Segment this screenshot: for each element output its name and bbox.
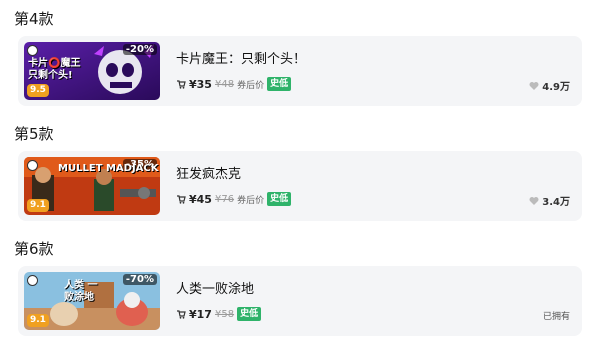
cart-icon <box>177 195 186 204</box>
original-price: ¥48 <box>214 78 235 90</box>
game-name[interactable]: 人类一败涂地 <box>176 278 254 297</box>
game-card-6[interactable]: -70% 人类 一败涂地 9.1 人类一败涂地 ¥17 ¥58 史低 已拥有 <box>18 266 582 336</box>
score-badge: 9.5 <box>27 84 49 97</box>
current-price: ¥17 <box>189 307 212 321</box>
steam-icon <box>27 45 38 56</box>
original-price: ¥76 <box>214 193 235 205</box>
score-badge: 9.1 <box>27 314 49 327</box>
discount-badge: -70% <box>122 274 157 285</box>
current-price: ¥45 <box>189 192 212 206</box>
like-counter[interactable]: 3.4万 <box>529 193 570 208</box>
like-count: 4.9万 <box>542 82 570 93</box>
steam-icon <box>27 160 38 171</box>
score-badge: 9.1 <box>27 199 49 212</box>
price-row: ¥45 ¥76 券后价 史低 <box>176 191 292 207</box>
steam-icon <box>27 275 38 286</box>
game-card-4[interactable]: -20% 卡片⭕魔王 只剩个头! 9.5 卡片魔王：只剩个头！ ¥35 ¥48 … <box>18 36 582 106</box>
game-card-5[interactable]: -35% MULLET MADJACK 9.1 狂发疯杰克 ¥45 ¥76 券后… <box>18 151 582 221</box>
cart-icon <box>177 80 186 89</box>
section-title-5: 第5款 <box>14 125 54 143</box>
thumbnail-title-art: 人类 一败涂地 <box>64 280 98 303</box>
section-title-6: 第6款 <box>14 240 54 258</box>
original-price: ¥58 <box>214 308 235 320</box>
coupon-label: 券后价 <box>237 80 265 91</box>
game-name[interactable]: 狂发疯杰克 <box>176 163 241 182</box>
section-title-4: 第4款 <box>14 10 54 28</box>
heart-icon <box>529 196 539 205</box>
owned-label: 已拥有 <box>542 312 570 322</box>
coupon-label: 券后价 <box>237 195 265 206</box>
game-thumbnail[interactable]: -35% MULLET MADJACK 9.1 <box>24 157 160 215</box>
heart-icon <box>529 81 539 90</box>
price-row: ¥35 ¥48 券后价 史低 <box>176 76 292 92</box>
historic-low-badge: 史低 <box>267 192 292 206</box>
price-row: ¥17 ¥58 史低 <box>176 306 262 322</box>
thumbnail-title-art: 卡片⭕魔王 只剩个头! <box>28 58 81 81</box>
historic-low-badge: 史低 <box>267 77 292 91</box>
current-price: ¥35 <box>189 77 212 91</box>
discount-badge: -20% <box>122 44 157 55</box>
like-counter[interactable]: 4.9万 <box>529 78 570 93</box>
cart-icon <box>177 310 186 319</box>
game-thumbnail[interactable]: -20% 卡片⭕魔王 只剩个头! 9.5 <box>24 42 160 100</box>
game-name[interactable]: 卡片魔王：只剩个头！ <box>176 48 306 67</box>
like-count: 3.4万 <box>542 197 570 208</box>
thumbnail-title-art: MULLET MADJACK <box>58 163 159 174</box>
historic-low-badge: 史低 <box>237 307 262 321</box>
game-thumbnail[interactable]: -70% 人类 一败涂地 9.1 <box>24 272 160 330</box>
